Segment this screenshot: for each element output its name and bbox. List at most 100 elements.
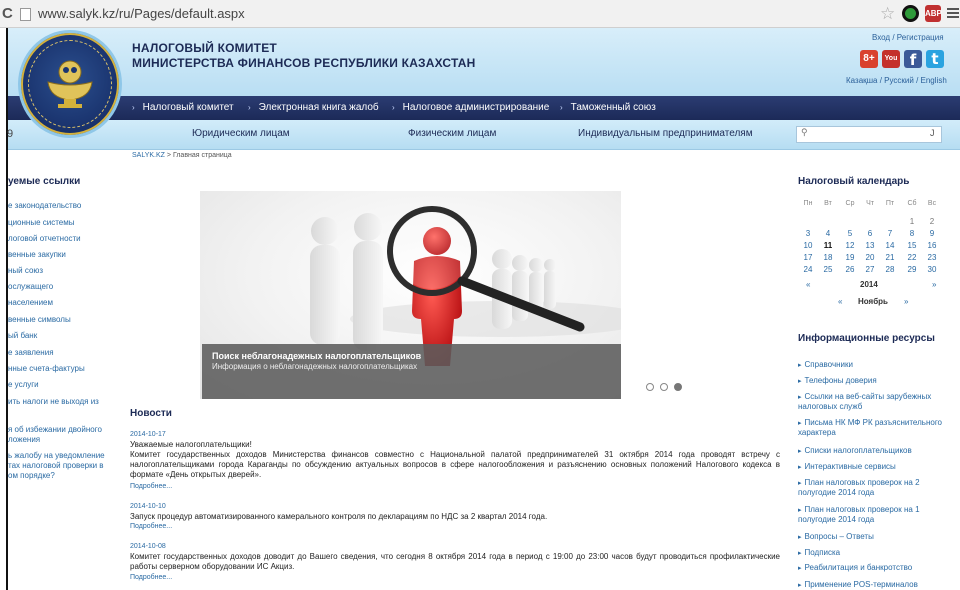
left-link[interactable]: нные счета-фактуры [8,364,116,374]
calendar-day[interactable]: 12 [840,241,860,250]
login-register-link[interactable]: Вход / Регистрация [872,33,944,42]
next-month-arrow[interactable]: » [904,297,908,306]
calendar-day[interactable]: 19 [840,253,860,262]
calendar-day[interactable]: 15 [902,241,922,250]
tab-entrepreneurs[interactable]: Индивидуальным предпринимателям [578,128,753,139]
calendar-day[interactable]: 3 [798,229,818,238]
calendar-day[interactable]: 28 [880,265,900,274]
prev-month-arrow[interactable]: « [838,297,842,306]
info-resource-link[interactable]: ▸ Реабилитация и банкротство [798,563,958,573]
site-title-line2[interactable]: МИНИСТЕРСТВА ФИНАНСОВ РЕСПУБЛИКИ КАЗАХСТ… [132,56,475,70]
slider-dot[interactable] [674,383,682,391]
browser-menu-icon[interactable] [947,8,959,18]
tab-individuals[interactable]: Физическим лицам [408,128,496,139]
info-resource-link[interactable]: ▸ Списки налогоплательщиков [798,446,958,456]
info-resource-label: Вопросы – Ответы [804,532,874,541]
news-more-link[interactable]: Подробнее... [130,523,172,530]
calendar-day[interactable]: 25 [818,265,838,274]
calendar-day[interactable]: 21 [880,253,900,262]
info-resource-link[interactable]: ▸ Ссылки на веб-сайты зарубежных налоговы… [798,392,958,411]
calendar-day[interactable]: 16 [922,241,942,250]
calendar-day[interactable]: 11 [818,241,838,250]
calendar-day[interactable]: 23 [922,253,942,262]
banner-caption-title[interactable]: Поиск неблагонадежных налогоплательщиков [212,351,421,361]
calendar-day[interactable]: 24 [798,265,818,274]
bookmark-star-icon[interactable]: ☆ [880,4,895,24]
search-submit-icon[interactable]: J [930,128,935,138]
news-date[interactable]: 2014-10-17 [130,431,166,438]
info-resource-link[interactable]: ▸ Подписка [798,548,958,558]
breadcrumb-root-link[interactable]: SALYK.KZ [132,152,165,159]
nav-item-complaints-book[interactable]: › Электронная книга жалоб [248,96,379,120]
facebook-icon[interactable]: f [904,50,922,69]
calendar-day[interactable]: 2 [922,217,942,226]
left-link[interactable]: венные закупки [8,250,116,260]
info-resource-link[interactable]: ▸ Интерактивные сервисы [798,462,958,472]
left-link[interactable]: ционные системы [8,218,116,228]
calendar-weekday: Сб [907,200,917,207]
left-link[interactable]: е услуги [8,380,116,390]
nav-item-customs-union[interactable]: › Таможенный союз [560,96,656,120]
calendar-day[interactable]: 1 [902,217,922,226]
calendar-day[interactable]: 29 [902,265,922,274]
calendar-day[interactable]: 14 [880,241,900,250]
search-icon[interactable]: ⚲ [801,127,808,138]
news-more-link[interactable]: Подробнее... [130,574,172,581]
left-link[interactable]: ый банк [8,331,116,341]
info-resource-link[interactable]: ▸ Применение POS-терминалов [798,580,958,590]
left-link[interactable]: ить налоги не выходя из [8,397,116,407]
calendar-day[interactable]: 26 [840,265,860,274]
nav-item-tax-administration[interactable]: › Налоговое администрирование [392,96,549,120]
calendar-day[interactable]: 22 [902,253,922,262]
calendar-day[interactable]: 18 [818,253,838,262]
left-link[interactable]: ослужащего [8,282,116,292]
news-more-link[interactable]: Подробнее... [130,483,172,490]
adblock-icon[interactable]: ABP [925,5,942,22]
google-plus-icon[interactable]: 8+ [860,50,878,68]
twitter-icon[interactable]: t [926,50,944,68]
left-link[interactable]: я об избежании двойного ложения [8,425,116,445]
site-title-line1[interactable]: НАЛОГОВЫЙ КОМИТЕТ [132,41,277,55]
url-field[interactable]: www.salyk.kz/ru/Pages/default.aspx [38,6,245,21]
reload-icon[interactable]: C [2,5,13,22]
calendar-day[interactable]: 20 [860,253,880,262]
extension-icon[interactable] [902,5,919,22]
tab-legal-entities[interactable]: Юридическим лицам [192,128,290,139]
calendar-day[interactable]: 30 [922,265,942,274]
left-link[interactable]: е законодательство [8,201,116,211]
calendar-day[interactable]: 17 [798,253,818,262]
calendar-day[interactable]: 4 [818,229,838,238]
left-link[interactable]: ь жалобу на уведомление тах налоговой пр… [8,451,116,481]
info-resource-link[interactable]: ▸ План налоговых проверок на 1 полугодие … [798,505,958,524]
youtube-icon[interactable]: You [882,50,900,68]
nav-item-tax-committee[interactable]: › Налоговый комитет [132,96,234,120]
news-date[interactable]: 2014-10-10 [130,503,166,510]
left-link[interactable]: е заявления [8,348,116,358]
left-link[interactable]: венные символы [8,315,116,325]
info-resource-link[interactable]: ▸ Вопросы – Ответы [798,532,958,542]
news-date[interactable]: 2014-10-08 [130,543,166,550]
search-input[interactable] [796,126,942,143]
info-resource-link[interactable]: ▸ Телефоны доверия [798,376,958,386]
next-year-arrow[interactable]: » [932,280,936,289]
calendar-day[interactable]: 27 [860,265,880,274]
calendar-day[interactable]: 8 [902,229,922,238]
nav-item-label: Налоговый комитет [142,102,234,113]
slider-dot[interactable] [660,383,668,391]
info-resource-link[interactable]: ▸ План налоговых проверок на 2 полугодие … [798,478,958,497]
slider-dot[interactable] [646,383,654,391]
calendar-day[interactable]: 10 [798,241,818,250]
calendar-weekday: Вт [824,200,832,207]
calendar-day[interactable]: 5 [840,229,860,238]
left-link[interactable]: ный союз [8,266,116,276]
left-link[interactable]: логовой отчетности [8,234,116,244]
left-link[interactable]: населением [8,298,116,308]
calendar-day[interactable]: 7 [880,229,900,238]
calendar-day[interactable]: 9 [922,229,942,238]
info-resource-link[interactable]: ▸ Справочники [798,360,958,370]
calendar-day[interactable]: 6 [860,229,880,238]
info-resource-link[interactable]: ▸ Письма НК МФ РК разъяснительного характ… [798,418,958,437]
language-switcher[interactable]: Казақша / Русский / English [846,76,947,85]
prev-year-arrow[interactable]: « [806,280,810,289]
calendar-day[interactable]: 13 [860,241,880,250]
